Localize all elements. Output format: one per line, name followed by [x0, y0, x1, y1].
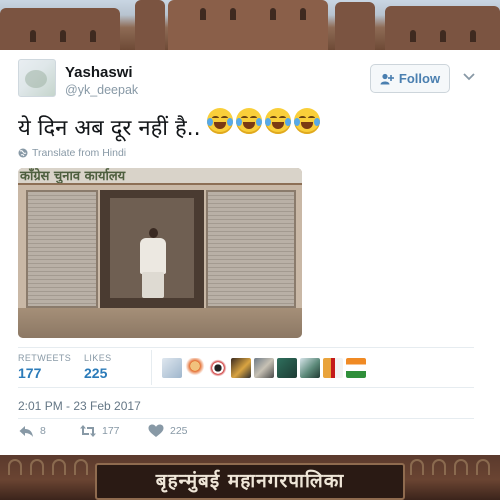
- office-board-sign: काँग्रेस चुनाव कार्यालय: [18, 168, 302, 185]
- follow-button[interactable]: Follow: [370, 64, 450, 93]
- liker-avatar[interactable]: [300, 358, 320, 378]
- reply-count: 8: [40, 425, 46, 437]
- tweet-timestamp[interactable]: 2:01 PM - 23 Feb 2017: [18, 399, 141, 413]
- chevron-down-icon[interactable]: [463, 72, 475, 82]
- translate-link[interactable]: Translate from Hindi: [18, 147, 126, 159]
- globe-icon: [18, 148, 28, 158]
- liker-avatar[interactable]: [277, 358, 297, 378]
- tears-of-joy-emoji-icon: [294, 108, 320, 134]
- reply-button[interactable]: 8: [18, 424, 80, 438]
- liker-avatar[interactable]: [185, 358, 205, 378]
- building-photo-top: [0, 0, 500, 50]
- liker-avatars: [162, 358, 366, 378]
- like-button[interactable]: 225: [148, 424, 188, 438]
- retweets-count[interactable]: 177: [18, 365, 41, 381]
- tweet-card: Yashaswi @yk_deepak Follow ये दिन अब दूर…: [0, 50, 500, 455]
- follow-label: Follow: [398, 71, 441, 86]
- tears-of-joy-emoji-icon: [236, 108, 262, 134]
- tweet-actions: 8 177 225: [18, 424, 188, 438]
- liker-avatar[interactable]: [323, 358, 343, 378]
- tears-of-joy-emoji-icon: [207, 108, 233, 134]
- municipal-sign: बृहन्मुंबई महानगरपालिका: [95, 463, 405, 500]
- likes-count[interactable]: 225: [84, 365, 107, 381]
- liker-avatar[interactable]: [346, 358, 366, 378]
- retweet-icon: [80, 425, 96, 437]
- liker-avatar[interactable]: [254, 358, 274, 378]
- liker-avatar[interactable]: [208, 358, 228, 378]
- reply-icon: [19, 426, 33, 437]
- user-handle[interactable]: @yk_deepak: [65, 83, 138, 97]
- translate-label: Translate from Hindi: [32, 147, 127, 159]
- avatar[interactable]: [18, 59, 56, 97]
- retweet-button[interactable]: 177: [80, 424, 148, 438]
- liker-avatar[interactable]: [162, 358, 182, 378]
- tears-of-joy-emoji-icon: [265, 108, 291, 134]
- liker-avatar[interactable]: [231, 358, 251, 378]
- tweet-text: ये दिन अब दूर नहीं है..: [18, 116, 201, 141]
- retweet-count: 177: [102, 425, 120, 437]
- display-name[interactable]: Yashaswi: [65, 64, 133, 81]
- retweets-label: RETWEETS: [18, 353, 72, 363]
- add-user-icon: [380, 73, 394, 84]
- heart-icon: [148, 424, 164, 437]
- likes-label: LIKES: [84, 353, 112, 363]
- tweet-photo[interactable]: काँग्रेस चुनाव कार्यालय: [18, 168, 302, 338]
- like-count: 225: [170, 425, 188, 437]
- emoji-group: [207, 108, 320, 134]
